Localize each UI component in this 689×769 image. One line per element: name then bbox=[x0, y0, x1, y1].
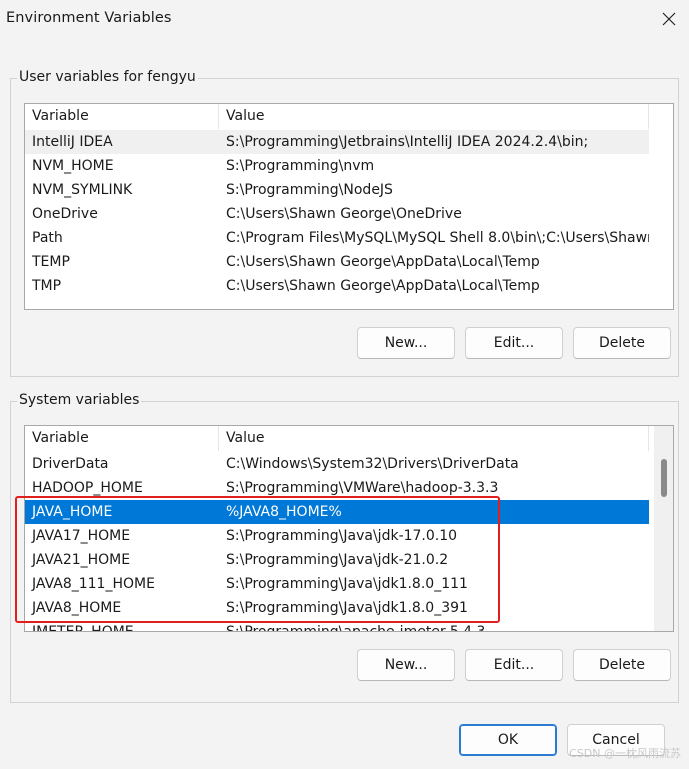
scrollbar-track[interactable] bbox=[654, 104, 673, 309]
table-row[interactable]: TEMP C:\Users\Shawn George\AppData\Local… bbox=[25, 250, 649, 274]
table-row[interactable]: TMP C:\Users\Shawn George\AppData\Local\… bbox=[25, 274, 649, 298]
cell-variable: Path bbox=[32, 230, 63, 246]
cell-variable: OneDrive bbox=[32, 206, 98, 222]
scrollbar-track[interactable] bbox=[654, 426, 673, 631]
table-row[interactable]: IntelliJ IDEA S:\Programming\Jetbrains\I… bbox=[25, 130, 649, 154]
cell-variable: TEMP bbox=[32, 254, 70, 270]
user-variables-list[interactable]: Variable Value IntelliJ IDEA S:\Programm… bbox=[24, 103, 674, 310]
cell-value: S:\Programming\nvm bbox=[226, 158, 375, 174]
cell-value: S:\Programming\Jetbrains\IntelliJ IDEA 2… bbox=[226, 134, 589, 150]
cell-value: C:\Users\Shawn George\AppData\Local\Temp bbox=[226, 254, 540, 270]
table-row[interactable]: Path C:\Program Files\MySQL\MySQL Shell … bbox=[25, 226, 649, 250]
column-header-variable[interactable]: Variable bbox=[25, 104, 219, 129]
cell-variable: DriverData bbox=[32, 456, 109, 472]
column-header-value[interactable]: Value bbox=[219, 426, 649, 451]
column-header-variable[interactable]: Variable bbox=[25, 426, 219, 451]
title-bar: Environment Variables bbox=[0, 0, 689, 38]
cell-variable: NVM_HOME bbox=[32, 158, 114, 174]
watermark: CSDN @一枕风雨流苏 bbox=[569, 747, 681, 760]
cell-value: S:\Programming\NodeJS bbox=[226, 182, 393, 198]
user-variables-label: User variables for fengyu bbox=[17, 69, 198, 85]
list-header: Variable Value bbox=[25, 104, 649, 129]
cell-variable: IntelliJ IDEA bbox=[32, 134, 113, 150]
cell-variable: TMP bbox=[32, 278, 62, 294]
close-button[interactable] bbox=[649, 0, 689, 38]
ok-button[interactable]: OK bbox=[459, 724, 557, 756]
cell-value: C:\Users\Shawn George\OneDrive bbox=[226, 206, 462, 222]
system-edit-button[interactable]: Edit... bbox=[465, 649, 563, 681]
annotation-box bbox=[15, 496, 500, 623]
table-row[interactable]: NVM_SYMLINK S:\Programming\NodeJS bbox=[25, 178, 649, 202]
table-row[interactable]: OneDrive C:\Users\Shawn George\OneDrive bbox=[25, 202, 649, 226]
window-title: Environment Variables bbox=[6, 10, 172, 26]
cell-value: C:\Program Files\MySQL\MySQL Shell 8.0\b… bbox=[226, 230, 649, 246]
system-variables-label: System variables bbox=[17, 392, 142, 408]
scrollbar-thumb[interactable] bbox=[661, 459, 667, 497]
system-delete-button[interactable]: Delete bbox=[573, 649, 671, 681]
cell-value: C:\Windows\System32\Drivers\DriverData bbox=[226, 456, 519, 472]
cell-variable: NVM_SYMLINK bbox=[32, 182, 133, 198]
user-new-button[interactable]: New... bbox=[357, 327, 455, 359]
cell-value: C:\Users\Shawn George\AppData\Local\Temp bbox=[226, 278, 540, 294]
table-row[interactable]: DriverData C:\Windows\System32\Drivers\D… bbox=[25, 452, 649, 476]
list-header: Variable Value bbox=[25, 426, 649, 451]
user-edit-button[interactable]: Edit... bbox=[465, 327, 563, 359]
table-row[interactable]: NVM_HOME S:\Programming\nvm bbox=[25, 154, 649, 178]
user-delete-button[interactable]: Delete bbox=[573, 327, 671, 359]
system-new-button[interactable]: New... bbox=[357, 649, 455, 681]
close-icon bbox=[662, 12, 676, 26]
column-header-value[interactable]: Value bbox=[219, 104, 649, 129]
